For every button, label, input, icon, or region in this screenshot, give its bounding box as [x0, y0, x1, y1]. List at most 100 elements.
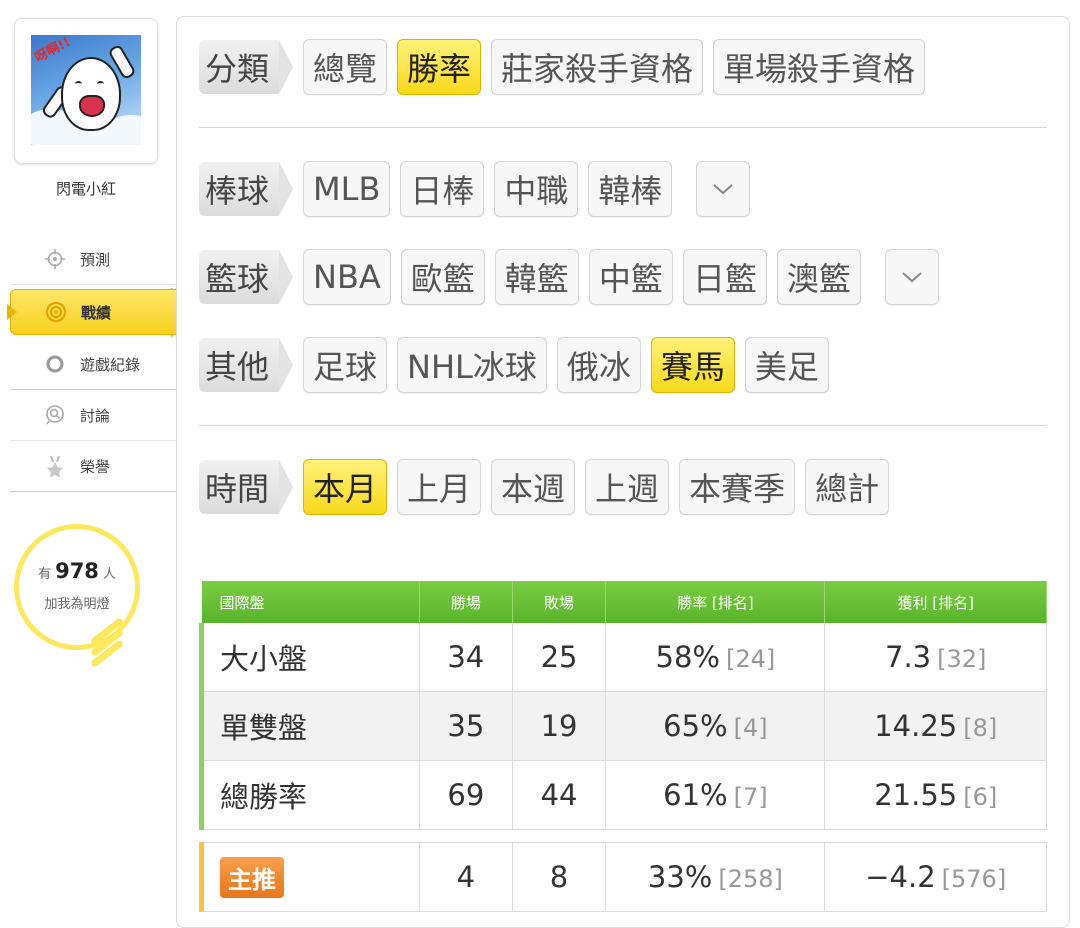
- period-total[interactable]: 總計: [805, 459, 890, 515]
- sidebar-item-honor[interactable]: 榮譽: [10, 441, 178, 492]
- rate-rank: [7]: [733, 783, 768, 811]
- profit-rank: [8]: [963, 714, 998, 742]
- fan-count-number: 978: [55, 559, 99, 583]
- row-rate: 58% [24]: [605, 623, 826, 692]
- profit-rank: [32]: [937, 645, 987, 673]
- row-profit: 21.55 [6]: [824, 760, 1047, 830]
- rate-rank: [24]: [725, 645, 776, 673]
- row-rate: 33% [258]: [605, 842, 826, 912]
- league-russia-hockey[interactable]: 俄冰: [556, 337, 641, 393]
- basketball-filter-row: 籃球 NBA 歐籃 韓籃 中籃 日籃 澳籃: [199, 249, 949, 305]
- sidebar-item-discussion[interactable]: 討論: [10, 390, 178, 441]
- row-losses: 44: [512, 760, 607, 830]
- rate-rank: [4]: [733, 714, 768, 742]
- table-row: 大小盤 34 25 58% [24] 7.3 [32]: [198, 623, 1047, 692]
- target-icon: [45, 301, 67, 323]
- rate-value: 33%: [647, 860, 713, 894]
- medal-star-icon: [44, 455, 66, 477]
- league-korea-basketball[interactable]: 韓籃: [494, 249, 579, 305]
- sidebar-item-record[interactable]: 戰績: [7, 289, 178, 335]
- league-nba[interactable]: NBA: [303, 249, 391, 305]
- period-this-week[interactable]: 本週: [491, 459, 576, 515]
- profit-value: 21.55: [874, 778, 958, 812]
- divider: [199, 127, 1047, 128]
- profit-rank: [576]: [941, 865, 1007, 893]
- divider: [199, 425, 1047, 426]
- chevron-down-icon: [902, 272, 922, 283]
- league-cpbl[interactable]: 中職: [494, 161, 579, 217]
- sidebar-item-game-log[interactable]: 遊戲紀錄: [10, 339, 178, 390]
- row-wins: 69: [419, 760, 513, 830]
- league-mlb[interactable]: MLB: [303, 161, 391, 217]
- add-as-beacon-label: 加我為明燈: [44, 597, 110, 612]
- rate-value: 65%: [663, 709, 728, 743]
- league-soccer[interactable]: 足球: [303, 337, 388, 393]
- featured-tag: 主推: [220, 856, 284, 898]
- other-label: 其他: [199, 338, 293, 392]
- tab-win-rate[interactable]: 勝率: [397, 39, 482, 95]
- col-header-market: 國際盤: [201, 581, 421, 623]
- basketball-more-dropdown[interactable]: [884, 249, 939, 305]
- row-rate: 61% [7]: [605, 760, 826, 830]
- profit-value: 7.3: [885, 640, 932, 674]
- col-header-losses: 敗場: [512, 581, 607, 623]
- row-wins: 34: [419, 623, 513, 692]
- tab-banker-killer[interactable]: 莊家殺手資格: [491, 39, 704, 95]
- bulb-base-icon: [88, 617, 126, 676]
- league-nhl[interactable]: NHL冰球: [397, 337, 547, 393]
- username[interactable]: 閃電小紅: [0, 178, 172, 199]
- league-china-basketball[interactable]: 中籃: [588, 249, 673, 305]
- sidebar-item-predict[interactable]: 預測: [10, 234, 178, 285]
- row-name: 主推: [198, 842, 421, 912]
- league-euro-basketball[interactable]: 歐籃: [400, 249, 485, 305]
- row-profit: −4.2 [576]: [824, 842, 1047, 912]
- avatar-shout-text: 呀啊!!: [32, 35, 74, 66]
- period-this-month[interactable]: 本月: [303, 459, 388, 515]
- profit-value: −4.2: [865, 860, 936, 894]
- avatar[interactable]: 呀啊!!: [14, 18, 158, 164]
- basketball-label: 籃球: [199, 250, 293, 304]
- league-australia-basketball[interactable]: 澳籃: [776, 249, 861, 305]
- rate-value: 61%: [663, 778, 728, 812]
- table-row: 總勝率 69 44 61% [7] 21.55 [6]: [198, 760, 1047, 830]
- tab-single-game-killer[interactable]: 單場殺手資格: [713, 39, 926, 95]
- row-losses: 8: [512, 842, 607, 912]
- row-name: 大小盤: [198, 623, 421, 692]
- stats-header-row: 國際盤 勝場 敗場 勝率 [排名] 獲利 [排名]: [201, 581, 1047, 623]
- col-header-win-rate: 勝率 [排名]: [605, 581, 826, 623]
- row-profit: 7.3 [32]: [824, 623, 1047, 692]
- row-wins: 35: [419, 691, 513, 761]
- row-losses: 25: [512, 623, 607, 692]
- sidebar-item-label: 戰績: [81, 303, 112, 322]
- fan-count-suffix: 人: [102, 567, 116, 582]
- league-kbo[interactable]: 韓棒: [588, 161, 673, 217]
- baseball-more-dropdown[interactable]: [696, 161, 751, 217]
- league-american-football[interactable]: 美足: [744, 337, 829, 393]
- profit-value: 14.25: [874, 709, 958, 743]
- row-profit: 14.25 [8]: [824, 691, 1047, 761]
- profit-rank: [6]: [963, 783, 998, 811]
- row-losses: 19: [512, 691, 607, 761]
- category-filter-row: 分類 總覽 勝率 莊家殺手資格 單場殺手資格: [199, 39, 935, 95]
- sidebar-item-label: 榮譽: [80, 457, 111, 476]
- fan-count-prefix: 有: [38, 567, 52, 582]
- period-last-month[interactable]: 上月: [397, 459, 482, 515]
- table-row-featured: 主推 4 8 33% [258] −4.2 [576]: [198, 842, 1047, 912]
- circle-icon: [44, 353, 66, 375]
- chat-search-icon: [44, 404, 66, 426]
- league-horse-racing[interactable]: 賽馬: [650, 337, 735, 393]
- row-wins: 4: [419, 842, 513, 912]
- crosshair-icon: [44, 248, 66, 270]
- period-last-week[interactable]: 上週: [585, 459, 670, 515]
- time-label: 時間: [199, 460, 293, 514]
- league-npb[interactable]: 日棒: [400, 161, 485, 217]
- sidebar-item-label: 預測: [80, 250, 111, 269]
- table-row: 單雙盤 35 19 65% [4] 14.25 [8]: [198, 691, 1047, 761]
- category-label: 分類: [199, 40, 293, 94]
- main-panel: 分類 總覽 勝率 莊家殺手資格 單場殺手資格 棒球 MLB 日棒 中職 韓棒 籃…: [176, 16, 1070, 928]
- league-japan-basketball[interactable]: 日籃: [682, 249, 767, 305]
- period-this-season[interactable]: 本賽季: [679, 459, 796, 515]
- tab-overview[interactable]: 總覽: [303, 39, 388, 95]
- time-filter-row: 時間 本月 上月 本週 上週 本賽季 總計: [199, 459, 899, 515]
- row-rate: 65% [4]: [605, 691, 826, 761]
